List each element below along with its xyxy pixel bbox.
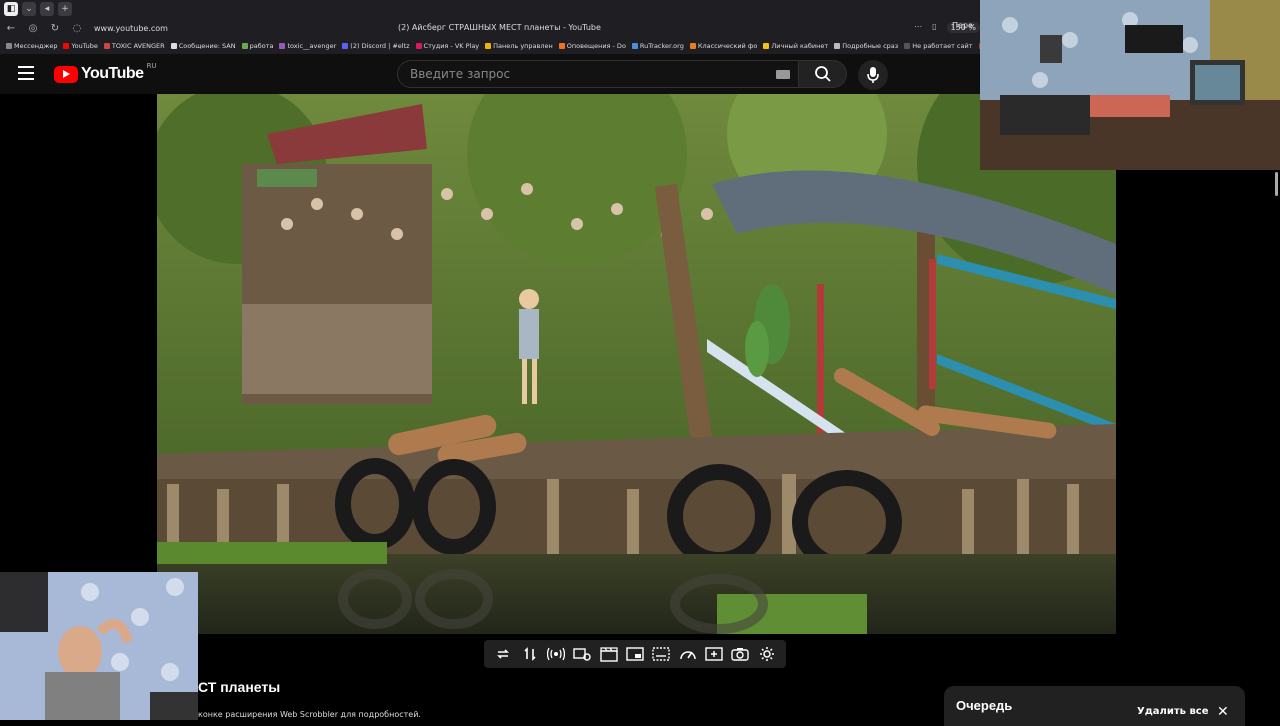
page-title: (2) Айсберг СТРАШНЫХ МЕСТ планеты - YouT… xyxy=(398,23,601,32)
clear-queue-button[interactable]: Удалить все xyxy=(1137,706,1209,717)
youtube-logo[interactable]: YouTube RU xyxy=(54,62,157,83)
bookmark-item[interactable]: YouTube xyxy=(63,42,98,50)
bookmark-label: Личный кабинет xyxy=(771,42,829,50)
loop-icon[interactable] xyxy=(493,644,513,664)
bookmark-favicon-icon xyxy=(558,43,565,49)
bookmark-favicon-icon xyxy=(170,43,177,49)
close-icon[interactable]: ✕ xyxy=(1217,704,1229,720)
add-box-icon[interactable] xyxy=(704,644,724,664)
bookmark-item[interactable]: Студия - VK Play xyxy=(415,42,480,50)
youtube-play-icon xyxy=(54,65,78,83)
bookmark-favicon-icon xyxy=(279,43,286,49)
address-bar: ← ◎ ↻ ◌ www.youtube.com (2) Айсберг СТРА… xyxy=(0,19,980,37)
webcam-overlay-room xyxy=(980,0,1280,170)
bookmark-item[interactable]: toxic__avenger xyxy=(279,42,336,50)
bookmark-label: Мессенджер xyxy=(14,42,58,50)
bookmark-favicon-icon xyxy=(834,43,841,49)
bookmark-item[interactable]: Мессенджер xyxy=(6,42,57,50)
subtitle-icon[interactable] xyxy=(651,644,671,664)
bookmark-favicon-icon xyxy=(689,43,696,49)
bookmark-label: работа xyxy=(249,42,274,50)
bookmark-favicon-icon xyxy=(63,43,70,49)
bookmark-favicon-icon xyxy=(6,43,12,49)
bookmark-label: Не работает сайт xyxy=(912,42,973,50)
microphone-icon xyxy=(867,67,879,83)
bookmark-label: Подробные сраз xyxy=(842,42,899,50)
queue-title: Очередь xyxy=(956,698,1013,713)
bookmark-item[interactable]: Не работает сайт xyxy=(904,42,973,50)
speed-icon[interactable] xyxy=(678,644,698,664)
webcam-room-image xyxy=(980,0,1280,170)
bookmark-label: YouTube xyxy=(71,42,98,50)
bookmark-item[interactable]: Оповещения - Do xyxy=(558,42,626,50)
video-player[interactable] xyxy=(157,94,1116,634)
voice-search-button[interactable] xyxy=(858,60,888,90)
region-code: RU xyxy=(146,62,157,70)
bookmark-label: TOXIC AVENGER xyxy=(111,42,165,50)
bookmark-item[interactable]: Классический фо xyxy=(689,42,758,50)
bookmark-item[interactable]: (2) Discord | #eltz xyxy=(342,42,410,50)
bookmark-icon[interactable]: ▯ xyxy=(932,22,936,33)
bookmark-favicon-icon xyxy=(342,43,349,49)
reload-icon[interactable]: ↻ xyxy=(44,23,66,34)
logo-wordmark: YouTube xyxy=(81,65,144,82)
menu-icon[interactable] xyxy=(18,66,34,80)
more-icon[interactable]: ⋯ xyxy=(914,22,922,33)
bookmark-label: Сообщение: SAN xyxy=(178,42,236,50)
frame-icon[interactable] xyxy=(625,644,645,664)
bookmark-label: Панель управлен xyxy=(493,42,553,50)
bookmark-item[interactable]: Личный кабинет xyxy=(763,42,828,50)
bookmark-item[interactable]: Подробные сраз xyxy=(834,42,898,50)
bookmark-favicon-icon xyxy=(485,43,492,49)
search-box xyxy=(397,60,799,88)
clapperboard-icon[interactable] xyxy=(599,644,619,664)
page-scrollbar[interactable] xyxy=(1275,172,1278,196)
player-toolbar xyxy=(484,640,786,668)
bookmark-label: RuTracker.org xyxy=(639,42,684,50)
bookmark-item[interactable]: Панель управлен xyxy=(485,42,553,50)
bookmark-item[interactable]: TOXIC AVENGER xyxy=(103,42,165,50)
audio-icon[interactable] xyxy=(546,644,566,664)
back-icon[interactable]: ← xyxy=(0,23,22,34)
bookmark-favicon-icon xyxy=(763,43,770,49)
new-tab-icon[interactable]: + xyxy=(58,2,72,16)
gear-icon[interactable] xyxy=(757,644,777,664)
video-settings-icon[interactable] xyxy=(572,644,592,664)
bookmark-label: Оповещения - Do xyxy=(566,42,626,50)
bookmark-label: Студия - VK Play xyxy=(423,42,480,50)
bookmark-favicon-icon xyxy=(415,43,422,49)
bookmark-item[interactable]: работа xyxy=(241,42,274,50)
lock-icon: ◌ xyxy=(72,22,82,34)
shield-icon[interactable]: ◎ xyxy=(22,23,44,34)
keyboard-icon[interactable] xyxy=(776,70,790,79)
bookmark-favicon-icon xyxy=(241,43,248,49)
bookmark-favicon-icon xyxy=(103,43,110,49)
bookmark-label: toxic__avenger xyxy=(287,42,337,50)
search-icon xyxy=(814,66,831,82)
bookmark-item[interactable]: Сообщение: SAN xyxy=(170,42,236,50)
webcam-overlay-streamer xyxy=(0,572,198,720)
scrobbler-note: конке расширения Web Scrobbler для подро… xyxy=(198,710,421,719)
search-input[interactable] xyxy=(398,61,758,87)
sort-icon[interactable] xyxy=(520,644,540,664)
queue-panel: Очередь Удалить все ✕ xyxy=(944,686,1245,726)
tab-back-icon[interactable]: ◂ xyxy=(40,2,54,16)
bookmarks-bar: Мессенджер YouTube TOXIC AVENGER Сообщение:… xyxy=(0,38,980,54)
bookmark-label: (2) Discord | #eltz xyxy=(350,42,410,50)
tab-tail-label[interactable]: Пере xyxy=(952,21,973,30)
bookmark-favicon-icon xyxy=(631,43,638,49)
tab-current[interactable]: ◧ xyxy=(4,2,18,16)
video-title: СТ планеты xyxy=(198,679,281,695)
video-frame xyxy=(157,94,1116,634)
bookmark-label: Классический фо xyxy=(697,42,758,50)
url-field[interactable]: www.youtube.com xyxy=(94,24,168,33)
bookmark-favicon-icon xyxy=(904,43,911,49)
webcam-streamer-image xyxy=(0,572,198,720)
bookmark-item[interactable]: RuTracker.org xyxy=(631,42,684,50)
search-button[interactable] xyxy=(799,60,847,88)
tab-dropdown-icon[interactable]: ⌄ xyxy=(22,2,36,16)
camera-icon[interactable] xyxy=(730,644,750,664)
